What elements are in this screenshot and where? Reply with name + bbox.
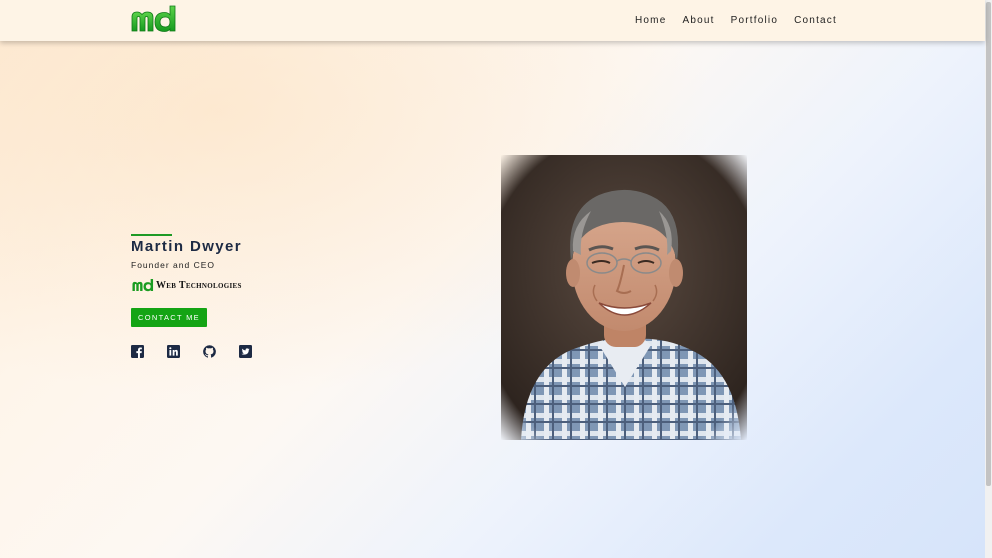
portrait-photo (501, 155, 747, 440)
navbar: Home About Portfolio Contact (0, 0, 985, 41)
twitter-icon[interactable] (239, 345, 252, 358)
company-logo (132, 279, 154, 292)
nav-portfolio[interactable]: Portfolio (731, 15, 779, 26)
scrollbar-thumb[interactable] (986, 2, 991, 486)
nav-contact[interactable]: Contact (794, 15, 837, 26)
nav-about[interactable]: About (682, 15, 714, 26)
company-brand: Web Technologies (132, 278, 242, 292)
vertical-scrollbar[interactable] (985, 0, 992, 558)
github-icon[interactable] (203, 345, 216, 358)
social-links (131, 345, 252, 358)
nav-home[interactable]: Home (635, 15, 666, 26)
main-nav: Home About Portfolio Contact (635, 15, 837, 26)
profile-name: Martin Dwyer (131, 238, 242, 255)
brand-logo[interactable] (131, 5, 177, 32)
facebook-icon[interactable] (131, 345, 144, 358)
profile-role: Founder and CEO (131, 260, 215, 270)
company-name: Web Technologies (156, 279, 242, 291)
name-accent-line (131, 234, 172, 236)
linkedin-icon[interactable] (167, 345, 180, 358)
contact-me-button[interactable]: CONTACT ME (131, 308, 207, 327)
